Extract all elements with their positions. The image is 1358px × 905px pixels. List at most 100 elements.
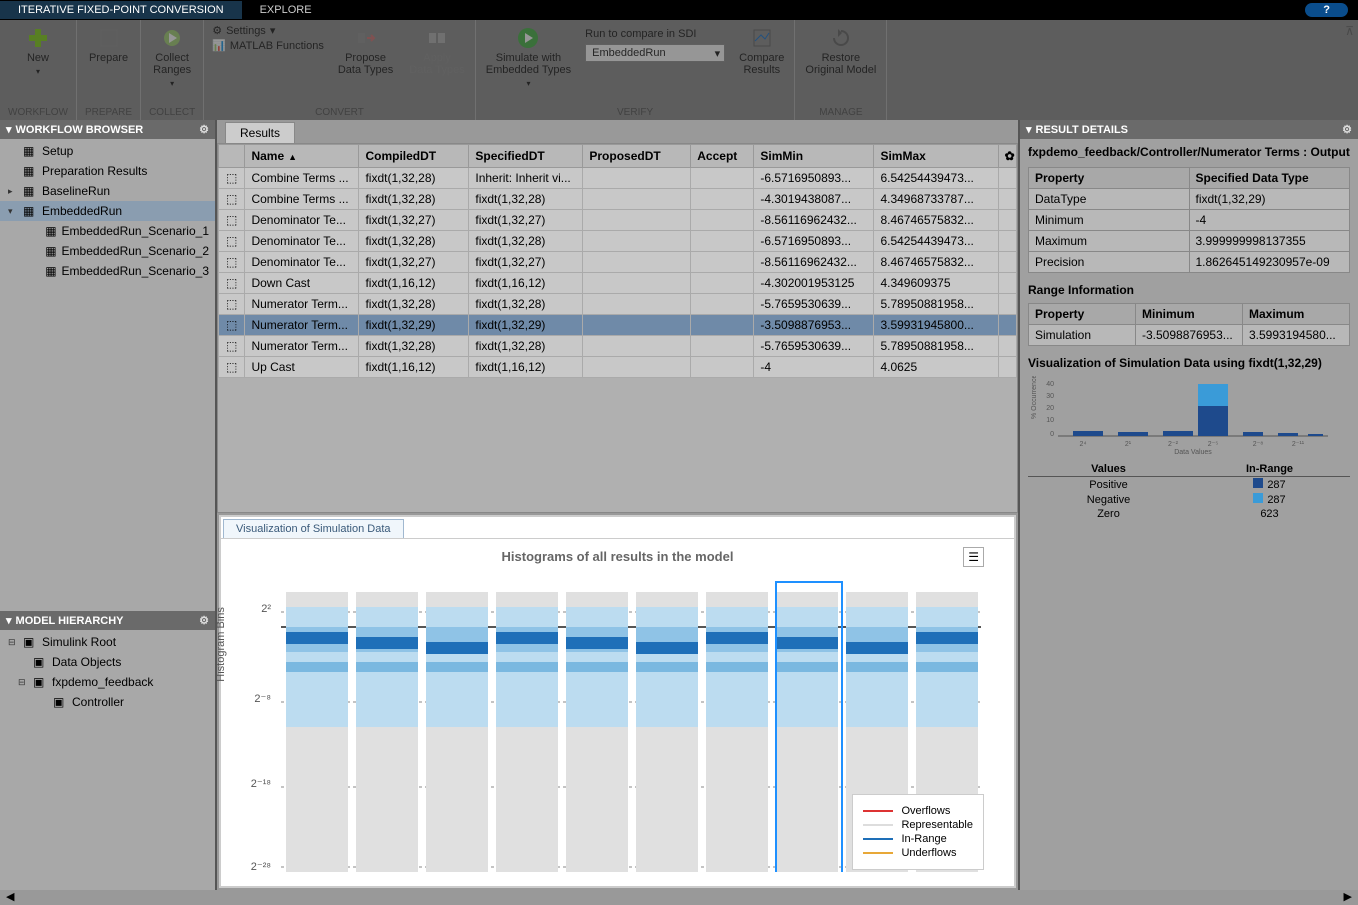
settings-button[interactable]: ⚙Settings ▾ <box>212 24 324 37</box>
prepare-button[interactable]: Prepare <box>87 24 130 66</box>
compare-icon <box>750 26 774 50</box>
new-button[interactable]: New▾ <box>24 24 52 80</box>
range-info-title: Range Information <box>1028 283 1350 297</box>
help-icon[interactable]: ? <box>1305 3 1348 17</box>
compare-results-button[interactable]: Compare Results <box>737 24 786 78</box>
table-row[interactable]: ⬚Denominator Te...fixdt(1,32,28)fixdt(1,… <box>219 231 1017 252</box>
tab-explore[interactable]: EXPLORE <box>242 1 330 19</box>
col-simmin[interactable]: SimMin <box>754 145 874 168</box>
range-table: PropertyMinimumMaximum Simulation-3.5098… <box>1028 303 1350 346</box>
workflow-item[interactable]: ▦EmbeddedRun_Scenario_1 <box>0 221 215 241</box>
run-compare-label: Run to compare in SDI <box>585 28 725 40</box>
svg-text:2⁻⁵: 2⁻⁵ <box>1208 441 1219 448</box>
svg-text:Data Values: Data Values <box>1174 449 1212 456</box>
col-name[interactable]: Name▲ <box>245 145 359 168</box>
block-icon: ▣ <box>33 655 47 669</box>
col-simmax[interactable]: SimMax <box>874 145 998 168</box>
file-icon: ▦ <box>23 164 37 178</box>
viz-tab[interactable]: Visualization of Simulation Data <box>223 519 404 538</box>
col-accept[interactable]: Accept <box>691 145 754 168</box>
col-proposeddt[interactable]: ProposedDT <box>583 145 691 168</box>
file-icon: ▦ <box>45 244 56 258</box>
propose-data-types-button[interactable]: Propose Data Types <box>336 24 395 78</box>
table-row[interactable]: ⬚Denominator Te...fixdt(1,32,27)fixdt(1,… <box>219 210 1017 231</box>
table-row[interactable]: ⬚Combine Terms ...fixdt(1,32,28)Inherit:… <box>219 168 1017 189</box>
tab-iterative[interactable]: ITERATIVE FIXED-POINT CONVERSION <box>0 1 242 19</box>
row-icon: ⬚ <box>219 357 245 378</box>
svg-text:2⁻⁸: 2⁻⁸ <box>1253 441 1264 448</box>
workflow-item[interactable]: ▸▦BaselineRun <box>0 181 215 201</box>
row-icon: ⬚ <box>219 210 245 231</box>
gear-icon[interactable]: ⚙ <box>199 123 209 136</box>
group-prepare-label: PREPARE <box>85 107 132 118</box>
result-details-header: ▾RESULT DETAILS⚙ <box>1020 120 1358 139</box>
table-row[interactable]: ⬚Down Castfixdt(1,16,12)fixdt(1,16,12)-4… <box>219 273 1017 294</box>
ribbon: New▾ WORKFLOW Prepare PREPARE Collect Ra… <box>0 20 1358 120</box>
run-compare-dropdown[interactable]: EmbeddedRun <box>585 44 725 62</box>
results-tab[interactable]: Results <box>225 122 295 143</box>
file-icon: ▦ <box>23 144 37 158</box>
prepare-icon <box>97 26 121 50</box>
hierarchy-item[interactable]: ⊟▣Simulink Root <box>0 632 215 652</box>
results-table: Name▲ CompiledDT SpecifiedDT ProposedDT … <box>218 144 1017 378</box>
row-icon: ⬚ <box>219 189 245 210</box>
row-icon: ⬚ <box>219 336 245 357</box>
table-row[interactable]: ⬚Combine Terms ...fixdt(1,32,28)fixdt(1,… <box>219 189 1017 210</box>
group-convert-label: CONVERT <box>315 107 364 118</box>
table-row[interactable]: ⬚Numerator Term...fixdt(1,32,28)fixdt(1,… <box>219 336 1017 357</box>
model-hierarchy-header: ▾MODEL HIERARCHY⚙ <box>0 611 215 630</box>
hierarchy-item[interactable]: ▣Controller <box>0 692 215 712</box>
legend-toggle-icon[interactable]: ☰ <box>963 547 984 567</box>
mini-histogram: % Occurrences 403020100 2⁴2¹2⁻²2⁻⁵2⁻⁸2⁻¹… <box>1028 376 1338 456</box>
collect-ranges-button[interactable]: Collect Ranges▾ <box>151 24 193 92</box>
hierarchy-tree: ⊟▣Simulink Root▣Data Objects⊟▣fxpdemo_fe… <box>0 630 215 890</box>
workflow-item[interactable]: ▦EmbeddedRun_Scenario_3 <box>0 261 215 281</box>
row-icon: ⬚ <box>219 294 245 315</box>
svg-text:% Occurrences: % Occurrences <box>1031 376 1038 419</box>
propose-icon <box>354 26 378 50</box>
chart-title: Histograms of all results in the model <box>241 549 994 564</box>
property-table: PropertySpecified Data Type DataTypefixd… <box>1028 167 1350 273</box>
workflow-item[interactable]: ▦EmbeddedRun_Scenario_2 <box>0 241 215 261</box>
file-icon: ▦ <box>45 224 56 238</box>
viz-section-title: Visualization of Simulation Data using f… <box>1028 356 1350 370</box>
table-row[interactable]: ⬚Denominator Te...fixdt(1,32,27)fixdt(1,… <box>219 252 1017 273</box>
result-details-title: fxpdemo_feedback/Controller/Numerator Te… <box>1028 145 1350 159</box>
matlab-functions-button[interactable]: 📊MATLAB Functions <box>212 39 324 52</box>
values-table: ValuesIn-Range Positive287Negative287Zer… <box>1028 462 1350 521</box>
workflow-tree: ▦Setup▦Preparation Results▸▦BaselineRun▾… <box>0 139 215 611</box>
hierarchy-item[interactable]: ▣Data Objects <box>0 652 215 672</box>
group-manage-label: MANAGE <box>819 107 862 118</box>
hierarchy-item[interactable]: ⊟▣fxpdemo_feedback <box>0 672 215 692</box>
chart-legend: Overflows Representable In-Range Underfl… <box>852 794 984 870</box>
table-row[interactable]: ⬚Numerator Term...fixdt(1,32,29)fixdt(1,… <box>219 315 1017 336</box>
scroll-left-icon[interactable]: ◀ <box>6 890 14 905</box>
svg-text:2⁻⁸: 2⁻⁸ <box>254 693 271 705</box>
col-settings-icon[interactable]: ✿ <box>998 145 1016 168</box>
table-row[interactable]: ⬚Up Castfixdt(1,16,12)fixdt(1,16,12)-44.… <box>219 357 1017 378</box>
col-specifieddt[interactable]: SpecifiedDT <box>469 145 583 168</box>
block-icon: ▣ <box>33 675 47 689</box>
gear-icon[interactable]: ⚙ <box>1342 123 1352 136</box>
block-icon: ▣ <box>23 635 37 649</box>
table-row[interactable]: ⬚Numerator Term...fixdt(1,32,28)fixdt(1,… <box>219 294 1017 315</box>
workflow-item[interactable]: ▦Preparation Results <box>0 161 215 181</box>
group-workflow-label: WORKFLOW <box>8 107 68 118</box>
svg-text:2²: 2² <box>261 603 271 615</box>
plus-icon <box>26 26 50 50</box>
pin-icon[interactable]: ⊼ <box>1341 20 1358 42</box>
restore-model-button[interactable]: Restore Original Model <box>803 24 878 78</box>
row-icon: ⬚ <box>219 273 245 294</box>
file-icon: ▦ <box>45 264 56 278</box>
workflow-item[interactable]: ▾▦EmbeddedRun <box>0 201 215 221</box>
col-compileddt[interactable]: CompiledDT <box>359 145 469 168</box>
simulate-embedded-button[interactable]: Simulate with Embedded Types▾ <box>484 24 573 92</box>
row-icon: ⬚ <box>219 168 245 189</box>
workflow-item[interactable]: ▦Setup <box>0 141 215 161</box>
play-icon <box>516 26 540 50</box>
apply-icon <box>425 26 449 50</box>
gear-icon[interactable]: ⚙ <box>199 614 209 627</box>
scroll-right-icon[interactable]: ▶ <box>1344 890 1352 905</box>
apply-data-types-button[interactable]: Apply Data Types <box>407 24 466 78</box>
row-icon: ⬚ <box>219 252 245 273</box>
